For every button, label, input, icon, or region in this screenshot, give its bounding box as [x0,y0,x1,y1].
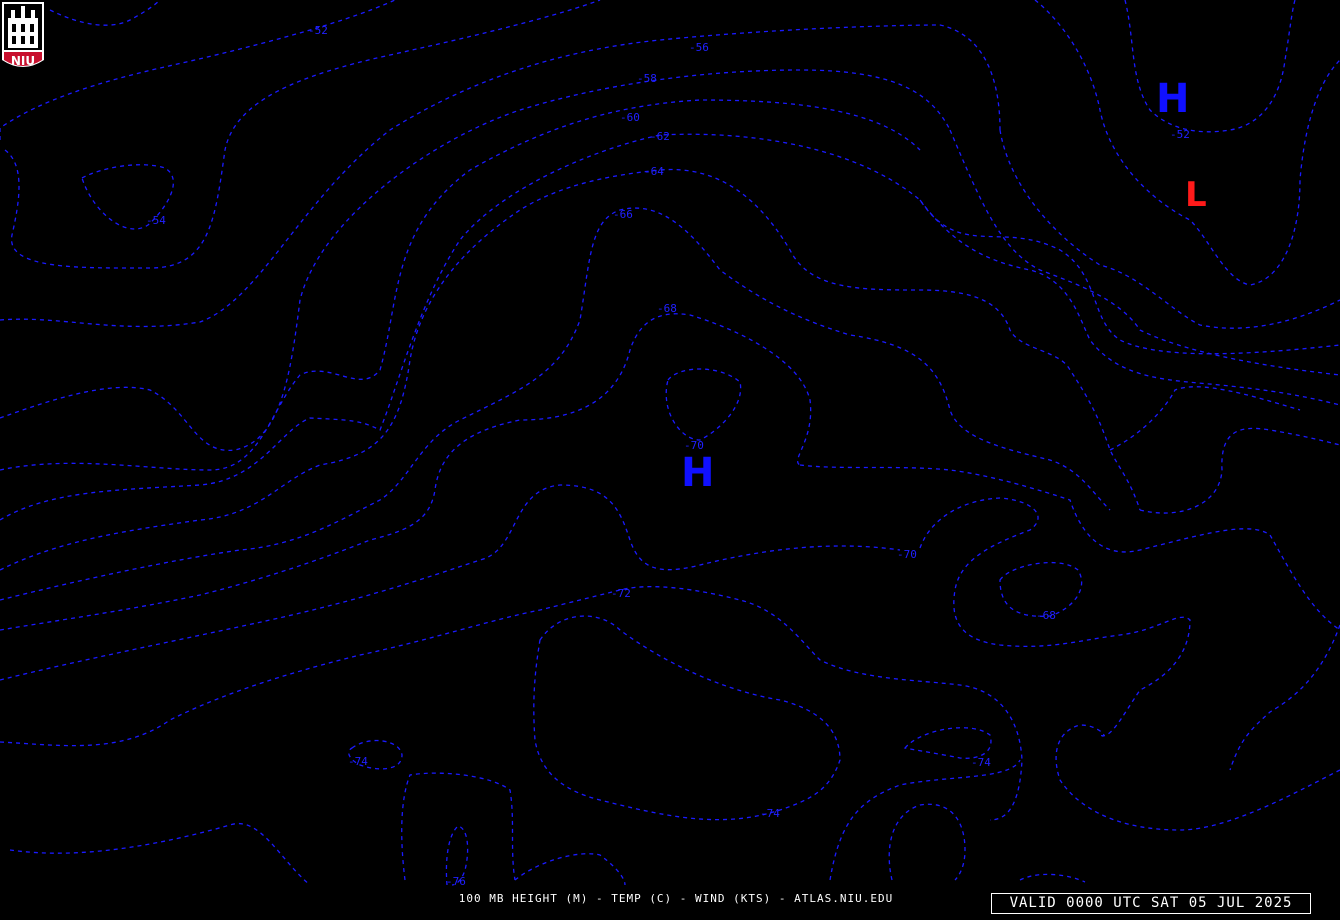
contour-line [0,585,1023,821]
contour-line [9,822,311,886]
contour-label: -74 [971,756,991,769]
contour-line [0,168,1141,571]
contour-line [0,207,1111,601]
contour-label: -58 [637,72,657,85]
contour-line [1034,0,1340,286]
contour-line [533,615,841,821]
contour-line [1055,724,1340,831]
contour-label: -70 [897,548,917,561]
contour-label: -64 [644,165,664,178]
contour-line [949,129,1340,376]
contour-line [514,853,626,886]
contour-label: -74 [348,755,368,768]
logo-text: NIU [11,54,35,68]
contour-line [4,0,601,269]
high-pressure-center: H [1156,76,1189,122]
contour-line [1109,386,1301,451]
contour-line [1229,624,1340,771]
contour-label: -52 [308,24,328,37]
contour-line [888,803,966,881]
contour-line [0,133,1340,521]
contour-line [0,0,396,140]
contour-line [665,368,742,441]
contour-line [1139,427,1340,514]
contour-label: -52 [1170,128,1190,141]
contour-line [999,129,1340,329]
contour-label: -68 [1036,609,1056,622]
contour-label: -68 [657,302,677,315]
temperature-contours [0,0,1340,886]
contour-label: -60 [620,111,640,124]
contour-label: -62 [650,130,670,143]
contour-line [919,199,1340,406]
contour-line [903,727,992,759]
contour-label: -72 [611,587,631,600]
contour-label: -74 [760,807,780,820]
low-pressure-center: L [1185,175,1207,215]
contour-line [49,0,161,26]
contour-label: -54 [146,214,166,227]
high-pressure-center: H [681,450,714,496]
contour-line [1019,873,1086,883]
valid-time-box: VALID 0000 UTC SAT 05 JUL 2025 [991,893,1311,914]
contour-label: -66 [613,208,633,221]
contour-line [401,772,516,881]
niu-logo: NIU [2,2,44,68]
contour-label: -76 [446,875,466,888]
contour-line [0,99,921,471]
contour-line [1124,0,1296,133]
contour-line [0,24,1001,328]
contour-line [829,759,1021,881]
weather-map: -52 -54 -56 -58 -60 -62 -64 -66 -68 -70 … [0,0,1340,888]
contour-label: -56 [689,41,709,54]
contour-line [0,484,901,681]
